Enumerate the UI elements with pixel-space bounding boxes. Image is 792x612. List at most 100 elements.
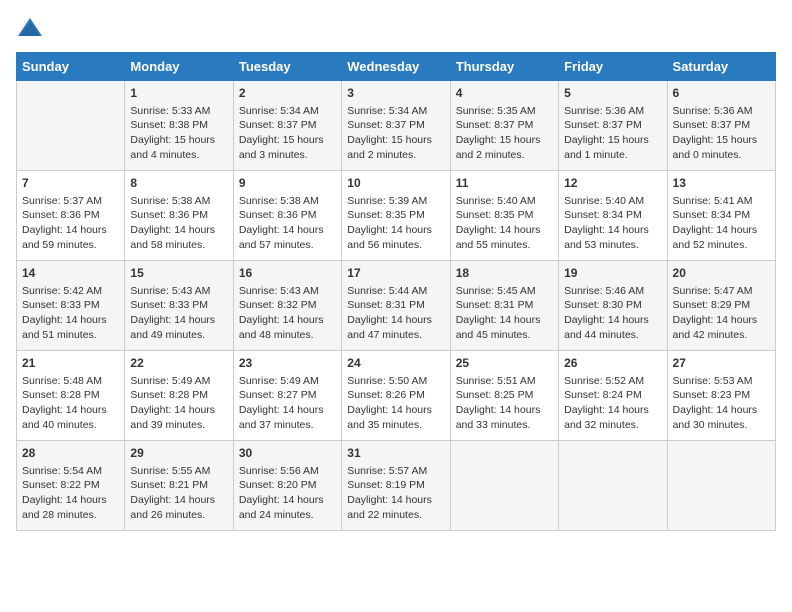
cell-content: Sunrise: 5:43 AMSunset: 8:33 PMDaylight:…	[130, 284, 227, 343]
calendar-cell: 16Sunrise: 5:43 AMSunset: 8:32 PMDayligh…	[233, 261, 341, 351]
calendar-cell: 26 Sunrise: 5:52 AMSunset: 8:24 PMDayligh…	[559, 351, 667, 441]
cell-content: Sunrise: 5:36 AMSunset: 8:37 PMDaylight:…	[564, 104, 661, 163]
cell-content: Sunrise: 5:42 AMSunset: 8:33 PMDaylight:…	[22, 284, 119, 343]
calendar-cell: 23 Sunrise: 5:49 AMSunset: 8:27 PMDayligh…	[233, 351, 341, 441]
page-header	[16, 16, 776, 40]
calendar-cell: 14 Sunrise: 5:42 AMSunset: 8:33 PMDayligh…	[17, 261, 125, 351]
calendar-cell: 30 Sunrise: 5:56 AMSunset: 8:20 PMDayligh…	[233, 441, 341, 531]
weekday-header-tuesday: Tuesday	[233, 53, 341, 81]
cell-content: Sunrise: 5:39 AMSunset: 8:35 PMDaylight:…	[347, 194, 444, 253]
weekday-header-row: SundayMondayTuesdayWednesdayThursdayFrid…	[17, 53, 776, 81]
day-number: 21	[22, 355, 119, 372]
day-number: 14	[22, 265, 119, 282]
calendar-cell: 17 Sunrise: 5:44 AMSunset: 8:31 PMDayligh…	[342, 261, 450, 351]
cell-content: Sunrise: 5:40 AMSunset: 8:35 PMDaylight:…	[456, 194, 553, 253]
calendar-cell: 12 Sunrise: 5:40 AMSunset: 8:34 PMDayligh…	[559, 171, 667, 261]
cell-content: Sunrise: 5:38 AMSunset: 8:36 PMDaylight:…	[239, 194, 336, 253]
cell-content: Sunrise: 5:48 AMSunset: 8:28 PMDaylight:…	[22, 374, 119, 433]
cell-content: Sunrise: 5:53 AMSunset: 8:23 PMDaylight:…	[673, 374, 770, 433]
day-number: 27	[673, 355, 770, 372]
day-number: 26	[564, 355, 661, 372]
day-number: 29	[130, 445, 227, 462]
day-number: 28	[22, 445, 119, 462]
calendar-cell: 4 Sunrise: 5:35 AMSunset: 8:37 PMDaylight…	[450, 81, 558, 171]
cell-content: Sunrise: 5:33 AMSunset: 8:38 PMDaylight:…	[130, 104, 227, 163]
calendar-cell: 25Sunrise: 5:51 AMSunset: 8:25 PMDayligh…	[450, 351, 558, 441]
cell-content: Sunrise: 5:43 AMSunset: 8:32 PMDaylight:…	[239, 284, 336, 343]
calendar-body: 1 Sunrise: 5:33 AMSunset: 8:38 PMDaylight…	[17, 81, 776, 531]
day-number: 1	[130, 85, 227, 102]
calendar-cell: 9Sunrise: 5:38 AMSunset: 8:36 PMDaylight…	[233, 171, 341, 261]
cell-content: Sunrise: 5:55 AMSunset: 8:21 PMDaylight:…	[130, 464, 227, 523]
cell-content: Sunrise: 5:38 AMSunset: 8:36 PMDaylight:…	[130, 194, 227, 253]
calendar-cell	[450, 441, 558, 531]
calendar-cell: 1 Sunrise: 5:33 AMSunset: 8:38 PMDaylight…	[125, 81, 233, 171]
calendar-cell: 21 Sunrise: 5:48 AMSunset: 8:28 PMDayligh…	[17, 351, 125, 441]
cell-content: Sunrise: 5:36 AMSunset: 8:37 PMDaylight:…	[673, 104, 770, 163]
calendar-cell: 29 Sunrise: 5:55 AMSunset: 8:21 PMDayligh…	[125, 441, 233, 531]
day-number: 19	[564, 265, 661, 282]
day-number: 24	[347, 355, 444, 372]
day-number: 15	[130, 265, 227, 282]
day-number: 31	[347, 445, 444, 462]
day-number: 23	[239, 355, 336, 372]
weekday-header-thursday: Thursday	[450, 53, 558, 81]
day-number: 13	[673, 175, 770, 192]
calendar-cell: 20Sunrise: 5:47 AMSunset: 8:29 PMDayligh…	[667, 261, 775, 351]
day-number: 22	[130, 355, 227, 372]
day-number: 8	[130, 175, 227, 192]
calendar-cell	[559, 441, 667, 531]
calendar-cell: 7Sunrise: 5:37 AMSunset: 8:36 PMDaylight…	[17, 171, 125, 261]
cell-content: Sunrise: 5:51 AMSunset: 8:25 PMDaylight:…	[456, 374, 553, 433]
cell-content: Sunrise: 5:37 AMSunset: 8:36 PMDaylight:…	[22, 194, 119, 253]
weekday-header-monday: Monday	[125, 53, 233, 81]
calendar-cell: 3 Sunrise: 5:34 AMSunset: 8:37 PMDaylight…	[342, 81, 450, 171]
cell-content: Sunrise: 5:40 AMSunset: 8:34 PMDaylight:…	[564, 194, 661, 253]
calendar-cell: 5Sunrise: 5:36 AMSunset: 8:37 PMDaylight…	[559, 81, 667, 171]
calendar-cell	[667, 441, 775, 531]
cell-content: Sunrise: 5:49 AMSunset: 8:28 PMDaylight:…	[130, 374, 227, 433]
cell-content: Sunrise: 5:56 AMSunset: 8:20 PMDaylight:…	[239, 464, 336, 523]
cell-content: Sunrise: 5:50 AMSunset: 8:26 PMDaylight:…	[347, 374, 444, 433]
calendar-cell: 31 Sunrise: 5:57 AMSunset: 8:19 PMDayligh…	[342, 441, 450, 531]
calendar-table: SundayMondayTuesdayWednesdayThursdayFrid…	[16, 52, 776, 531]
day-number: 17	[347, 265, 444, 282]
day-number: 30	[239, 445, 336, 462]
calendar-header: SundayMondayTuesdayWednesdayThursdayFrid…	[17, 53, 776, 81]
calendar-cell: 15 Sunrise: 5:43 AMSunset: 8:33 PMDayligh…	[125, 261, 233, 351]
calendar-cell: 19 Sunrise: 5:46 AMSunset: 8:30 PMDayligh…	[559, 261, 667, 351]
weekday-header-wednesday: Wednesday	[342, 53, 450, 81]
cell-content: Sunrise: 5:44 AMSunset: 8:31 PMDaylight:…	[347, 284, 444, 343]
day-number: 11	[456, 175, 553, 192]
cell-content: Sunrise: 5:34 AMSunset: 8:37 PMDaylight:…	[347, 104, 444, 163]
cell-content: Sunrise: 5:49 AMSunset: 8:27 PMDaylight:…	[239, 374, 336, 433]
cell-content: Sunrise: 5:47 AMSunset: 8:29 PMDaylight:…	[673, 284, 770, 343]
cell-content: Sunrise: 5:57 AMSunset: 8:19 PMDaylight:…	[347, 464, 444, 523]
calendar-cell: 8 Sunrise: 5:38 AMSunset: 8:36 PMDaylight…	[125, 171, 233, 261]
cell-content: Sunrise: 5:41 AMSunset: 8:34 PMDaylight:…	[673, 194, 770, 253]
calendar-week-row: 14 Sunrise: 5:42 AMSunset: 8:33 PMDayligh…	[17, 261, 776, 351]
calendar-week-row: 7Sunrise: 5:37 AMSunset: 8:36 PMDaylight…	[17, 171, 776, 261]
calendar-week-row: 21 Sunrise: 5:48 AMSunset: 8:28 PMDayligh…	[17, 351, 776, 441]
weekday-header-saturday: Saturday	[667, 53, 775, 81]
cell-content: Sunrise: 5:46 AMSunset: 8:30 PMDaylight:…	[564, 284, 661, 343]
day-number: 12	[564, 175, 661, 192]
calendar-cell: 13 Sunrise: 5:41 AMSunset: 8:34 PMDayligh…	[667, 171, 775, 261]
calendar-cell: 2 Sunrise: 5:34 AMSunset: 8:37 PMDaylight…	[233, 81, 341, 171]
calendar-cell	[17, 81, 125, 171]
day-number: 6	[673, 85, 770, 102]
calendar-cell: 10 Sunrise: 5:39 AMSunset: 8:35 PMDayligh…	[342, 171, 450, 261]
day-number: 4	[456, 85, 553, 102]
calendar-week-row: 1 Sunrise: 5:33 AMSunset: 8:38 PMDaylight…	[17, 81, 776, 171]
cell-content: Sunrise: 5:35 AMSunset: 8:37 PMDaylight:…	[456, 104, 553, 163]
logo-icon	[16, 16, 44, 40]
weekday-header-sunday: Sunday	[17, 53, 125, 81]
calendar-cell: 18Sunrise: 5:45 AMSunset: 8:31 PMDayligh…	[450, 261, 558, 351]
logo	[16, 16, 48, 40]
cell-content: Sunrise: 5:34 AMSunset: 8:37 PMDaylight:…	[239, 104, 336, 163]
day-number: 10	[347, 175, 444, 192]
cell-content: Sunrise: 5:52 AMSunset: 8:24 PMDaylight:…	[564, 374, 661, 433]
calendar-cell: 27 Sunrise: 5:53 AMSunset: 8:23 PMDayligh…	[667, 351, 775, 441]
day-number: 2	[239, 85, 336, 102]
day-number: 3	[347, 85, 444, 102]
